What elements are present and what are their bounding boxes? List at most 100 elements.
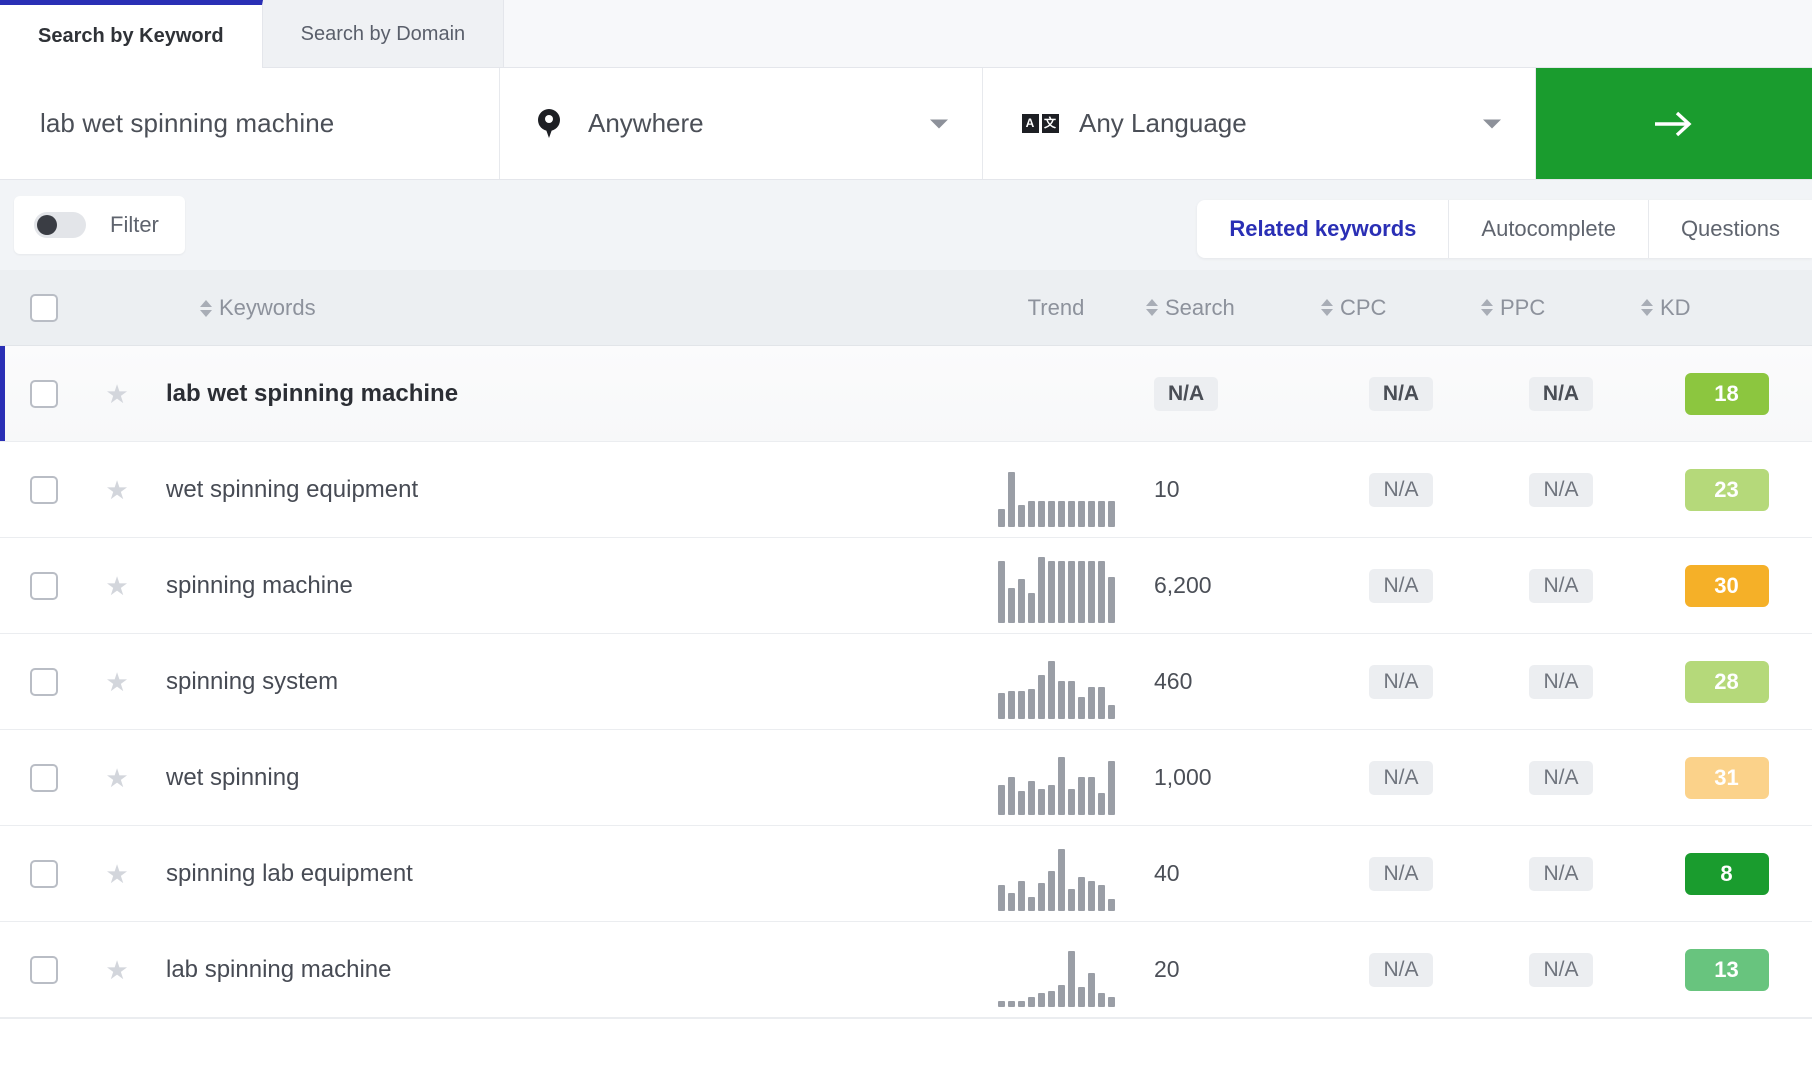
header-cpc[interactable]: CPC <box>1321 295 1481 321</box>
location-select[interactable]: Anywhere <box>500 68 983 179</box>
trend-bar <box>1037 501 1045 527</box>
trend-bar <box>1107 899 1115 911</box>
row-checkbox[interactable] <box>30 571 58 600</box>
header-search[interactable]: Search <box>1146 295 1321 321</box>
table-row[interactable]: ★ spinning system 460 N/A N/A 28 <box>0 634 1812 730</box>
trend-bar <box>1017 691 1025 719</box>
row-select-cell <box>0 763 88 792</box>
language-select[interactable]: A文 Any Language <box>983 68 1536 179</box>
tab-label: Questions <box>1680 216 1780 241</box>
header-keywords[interactable]: Keywords <box>146 294 966 322</box>
search-volume-value: 6,200 <box>1154 572 1212 598</box>
row-favorite-cell: ★ <box>88 957 146 983</box>
trend-bar <box>1067 681 1075 719</box>
row-checkbox[interactable] <box>30 859 58 888</box>
row-favorite-cell: ★ <box>88 669 146 695</box>
keyword-cell[interactable]: spinning lab equipment <box>146 860 966 888</box>
table-body: ★ lab wet spinning machine N/A N/A N/A 18 ★ wet… <box>0 346 1812 1018</box>
star-icon[interactable]: ★ <box>105 765 128 791</box>
tab-questions[interactable]: Questions <box>1647 200 1812 258</box>
table-row[interactable]: ★ lab wet spinning machine N/A N/A N/A 18 <box>0 346 1812 442</box>
tab-label: Autocomplete <box>1481 216 1616 241</box>
trend-bar <box>1017 881 1025 911</box>
trend-bar <box>1037 789 1045 815</box>
trend-bar <box>1097 793 1105 815</box>
table-row[interactable]: ★ lab spinning machine 20 N/A N/A 13 <box>0 922 1812 1018</box>
trend-bar <box>1047 871 1055 911</box>
select-all-checkbox[interactable] <box>30 293 58 322</box>
table-row[interactable]: ★ spinning machine 6,200 N/A N/A 30 <box>0 538 1812 634</box>
kd-cell: 31 <box>1641 756 1812 799</box>
cpc-value: N/A <box>1369 856 1433 891</box>
cpc-cell: N/A <box>1321 472 1481 507</box>
cpc-value: N/A <box>1369 664 1433 699</box>
kd-cell: 23 <box>1641 468 1812 511</box>
star-icon[interactable]: ★ <box>105 381 128 407</box>
trend-bar <box>1107 501 1115 527</box>
table-row[interactable]: ★ wet spinning 1,000 N/A N/A 31 <box>0 730 1812 826</box>
keyword-cell[interactable]: lab wet spinning machine <box>146 380 966 408</box>
trend-bar <box>1067 889 1075 911</box>
kd-cell: 28 <box>1641 660 1812 703</box>
keyword-cell[interactable]: wet spinning <box>146 764 966 792</box>
trend-bar <box>1107 705 1115 719</box>
search-volume-value: 10 <box>1154 476 1180 502</box>
header-ppc[interactable]: PPC <box>1481 295 1641 321</box>
row-checkbox[interactable] <box>30 379 58 408</box>
row-checkbox[interactable] <box>30 475 58 504</box>
trend-bar <box>1007 588 1015 623</box>
row-checkbox[interactable] <box>30 667 58 696</box>
star-icon[interactable]: ★ <box>105 573 128 599</box>
row-checkbox[interactable] <box>30 763 58 792</box>
trend-bar <box>997 561 1005 623</box>
trend-bar <box>1057 501 1065 527</box>
row-checkbox[interactable] <box>30 955 58 984</box>
trend-bar <box>1107 577 1115 623</box>
tab-autocomplete[interactable]: Autocomplete <box>1448 200 1648 258</box>
filter-toggle-card[interactable]: Filter <box>14 196 185 254</box>
keyword-text: wet spinning <box>166 763 300 791</box>
row-select-cell <box>0 955 88 984</box>
tab-label: Search by Domain <box>300 22 466 45</box>
star-icon[interactable]: ★ <box>105 957 128 983</box>
search-volume-cell: 10 <box>1146 476 1321 503</box>
trend-cell <box>966 922 1146 1017</box>
submit-search-button[interactable] <box>1536 68 1812 179</box>
table-header-row: Keywords Trend Search CPC PPC KD <box>0 270 1812 346</box>
trend-bar <box>1027 501 1035 527</box>
keyword-cell[interactable]: wet spinning equipment <box>146 476 966 504</box>
star-icon[interactable]: ★ <box>105 861 128 887</box>
tab-search-by-domain[interactable]: Search by Domain <box>262 0 505 68</box>
keyword-text: spinning lab equipment <box>166 859 413 887</box>
trend-bar <box>1037 883 1045 911</box>
sort-icon <box>1321 299 1333 316</box>
cpc-cell: N/A <box>1321 856 1481 891</box>
trend-bar <box>1067 561 1075 623</box>
language-select-value: Any Language <box>1079 108 1247 138</box>
ppc-value: N/A <box>1528 376 1594 411</box>
search-volume-value: 40 <box>1154 860 1180 886</box>
trend-bar <box>1027 781 1035 815</box>
cpc-value: N/A <box>1369 472 1433 507</box>
trend-bar <box>997 1001 1005 1007</box>
tab-search-by-keyword[interactable]: Search by Keyword <box>0 0 263 69</box>
keyword-input[interactable]: lab wet spinning machine <box>0 68 500 179</box>
keyword-text: lab wet spinning machine <box>166 379 459 407</box>
row-select-cell <box>0 571 88 600</box>
kd-cell: 30 <box>1641 564 1812 607</box>
table-row[interactable]: ★ spinning lab equipment 40 N/A N/A 8 <box>0 826 1812 922</box>
trend-bar <box>997 885 1005 911</box>
trend-sparkline <box>997 849 1115 911</box>
keyword-cell[interactable]: lab spinning machine <box>146 956 966 984</box>
filter-toggle-switch[interactable] <box>34 212 86 238</box>
star-icon[interactable]: ★ <box>105 477 128 503</box>
tab-related-keywords[interactable]: Related keywords <box>1197 200 1448 258</box>
header-kd[interactable]: KD <box>1641 295 1812 321</box>
keyword-cell[interactable]: spinning machine <box>146 572 966 600</box>
header-label: CPC <box>1340 294 1387 320</box>
trend-bar <box>1097 993 1105 1007</box>
star-icon[interactable]: ★ <box>105 669 128 695</box>
select-all-cell <box>0 293 88 322</box>
table-row[interactable]: ★ wet spinning equipment 10 N/A N/A 23 <box>0 442 1812 538</box>
keyword-cell[interactable]: spinning system <box>146 668 966 696</box>
